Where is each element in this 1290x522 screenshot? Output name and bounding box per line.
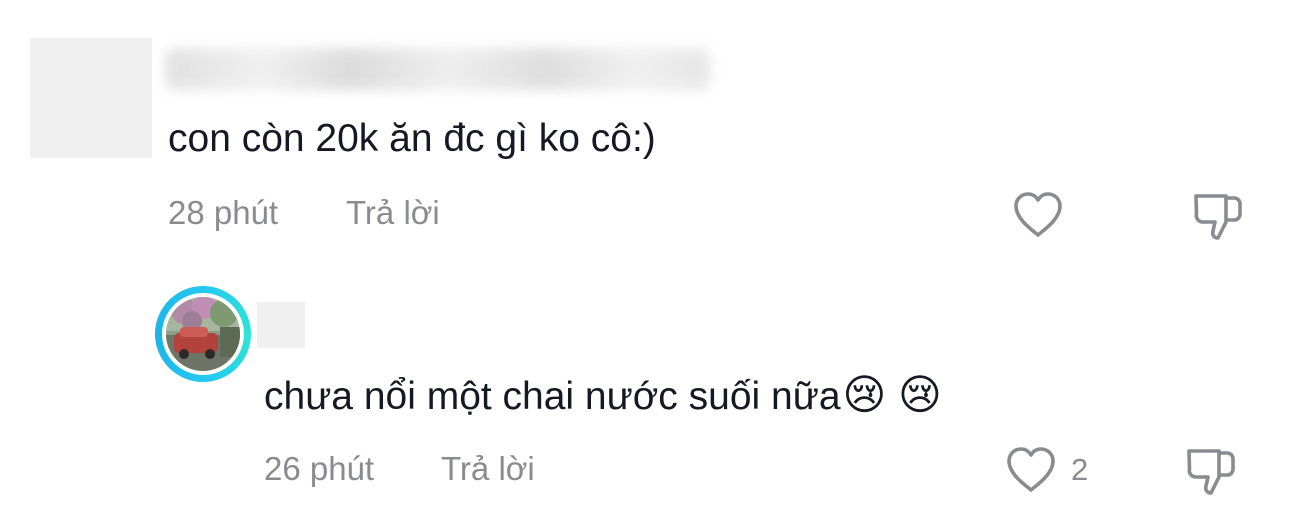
comment-text: con còn 20k ăn đc gì ko cô:) — [168, 117, 656, 160]
thumbs-down-outline-icon — [1187, 449, 1235, 495]
avatar[interactable] — [166, 297, 240, 371]
username-placeholder[interactable] — [257, 302, 305, 348]
thumbs-down-outline-icon — [1194, 194, 1242, 240]
avatar[interactable] — [30, 38, 152, 158]
like-count: 2 — [1071, 452, 1089, 487]
comment-timestamp: 28 phút — [168, 194, 279, 231]
reply-comment: chưa nổi một chai nước suối nữa😢 😢 — [264, 372, 942, 420]
like-button[interactable] — [1011, 190, 1065, 240]
avatar-photo — [166, 297, 240, 371]
reply-button[interactable]: Trả lời — [441, 449, 535, 489]
heart-outline-icon — [1014, 192, 1062, 237]
reply-button[interactable]: Trả lời — [346, 193, 440, 233]
crying-face-emoji: 😢 😢 — [842, 371, 942, 418]
heart-outline-icon — [1007, 447, 1055, 492]
like-button[interactable] — [1004, 445, 1058, 495]
dislike-button[interactable] — [1190, 188, 1246, 244]
comment-text: chưa nổi một chai nước suối nữa — [264, 375, 841, 418]
comment-timestamp: 26 phút — [264, 450, 375, 487]
username-blurred[interactable] — [165, 48, 710, 90]
dislike-button[interactable] — [1183, 443, 1239, 499]
